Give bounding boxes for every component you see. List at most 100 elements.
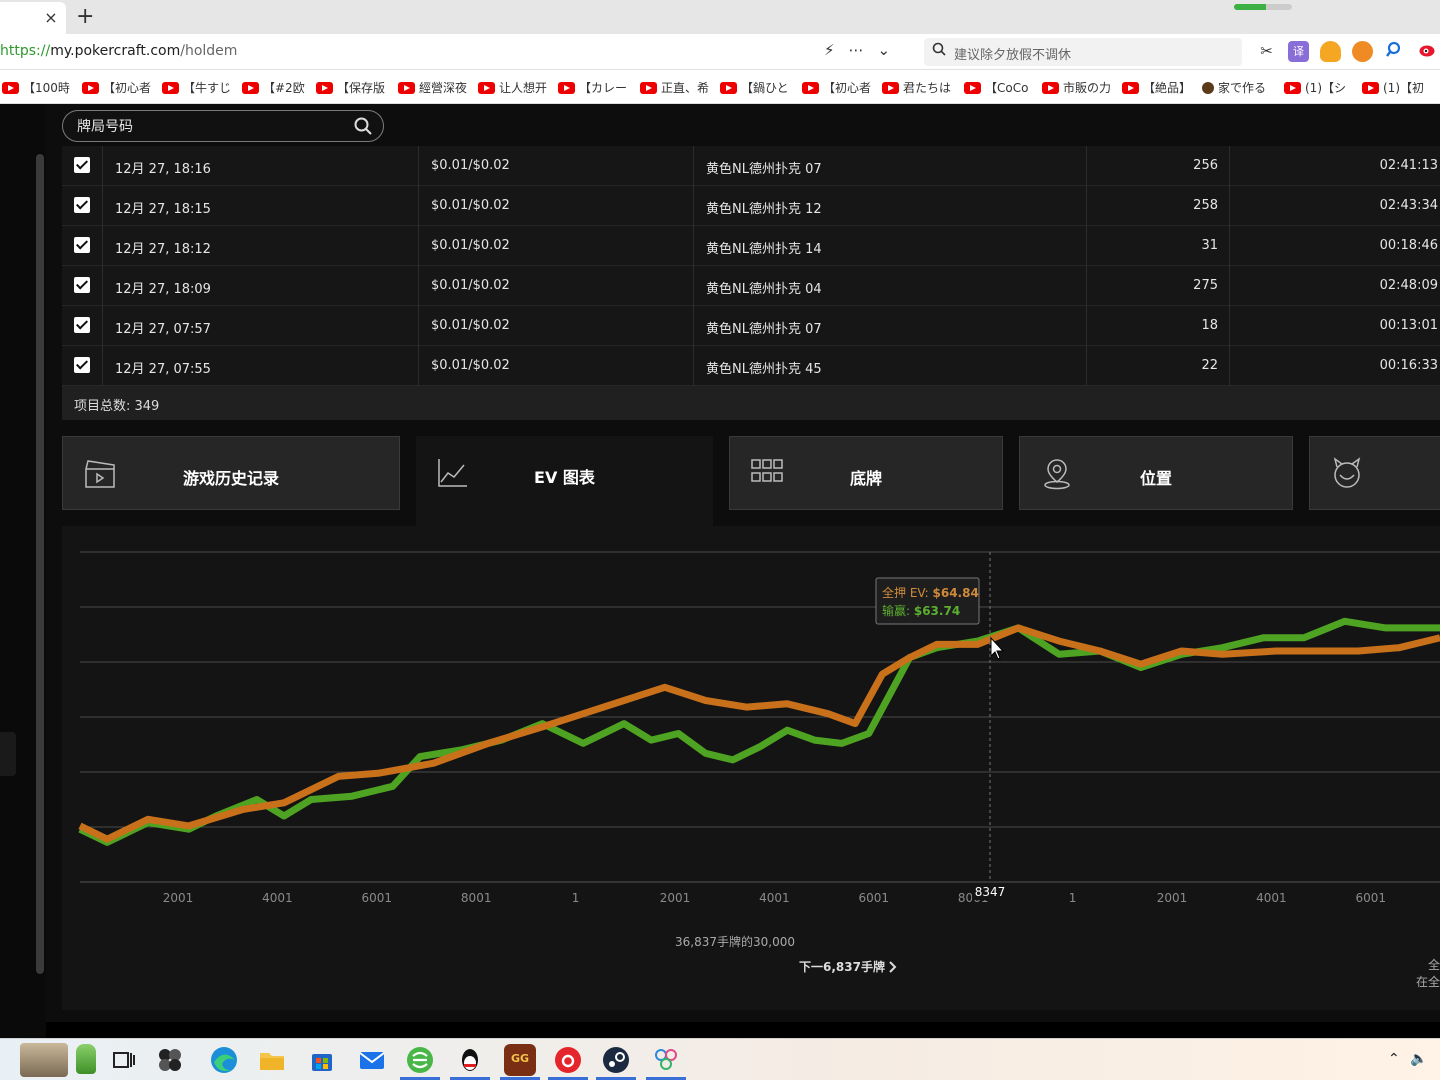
youtube-icon bbox=[1122, 81, 1139, 94]
bookmark-item[interactable]: 【初心者 bbox=[802, 79, 871, 96]
session-stakes: $0.01/$0.02 bbox=[431, 238, 510, 253]
bookmark-item[interactable]: 家で作る bbox=[1202, 79, 1266, 96]
bookmark-label: 【#2欧 bbox=[263, 81, 305, 95]
column-divider bbox=[693, 266, 694, 306]
row-checkbox[interactable] bbox=[74, 317, 90, 333]
shield-icon[interactable] bbox=[1320, 41, 1341, 62]
new-tab-button[interactable]: + bbox=[76, 4, 94, 29]
bookmark-item[interactable]: 【CoCo bbox=[964, 79, 1028, 96]
qq-icon[interactable] bbox=[454, 1044, 486, 1076]
site-favicon-icon bbox=[1202, 81, 1214, 94]
flask-icon[interactable] bbox=[76, 1044, 96, 1074]
side-nav bbox=[0, 104, 46, 1038]
tab-clapperboard[interactable]: 游戏历史记录 bbox=[62, 436, 400, 510]
browser-tab[interactable]: × bbox=[0, 2, 66, 34]
search-placeholder: 建议除夕放假不调休 bbox=[954, 48, 1072, 63]
magnifier-icon[interactable] bbox=[1384, 41, 1405, 62]
table-row[interactable]: 12月 27, 18:15 $0.01/$0.02 黄色NL德州扑克 12 258 02… bbox=[62, 186, 1440, 226]
bookmark-item[interactable]: 【#2欧 bbox=[242, 79, 305, 96]
table-row[interactable]: 12月 27, 18:16 $0.01/$0.02 黄色NL德州扑克 07 256 02… bbox=[62, 146, 1440, 186]
ev-chart[interactable]: 2001400160018001120014001600180011200140… bbox=[62, 526, 1440, 1010]
row-checkbox[interactable] bbox=[74, 157, 90, 173]
fox-icon[interactable] bbox=[1352, 41, 1373, 62]
sidebar-scrollbar[interactable] bbox=[36, 154, 44, 974]
youtube-icon bbox=[162, 81, 179, 94]
tab-devil[interactable] bbox=[1309, 436, 1440, 510]
scissors-icon[interactable]: ✂ bbox=[1256, 41, 1277, 62]
bookmark-item[interactable]: 【牛すじ bbox=[162, 79, 231, 96]
total-items: 项目总数: 349 bbox=[62, 386, 1440, 420]
column-divider bbox=[418, 186, 419, 226]
row-checkbox[interactable] bbox=[74, 357, 90, 373]
bookmark-item[interactable]: 【鍋ひと bbox=[720, 79, 789, 96]
task-view-icon[interactable] bbox=[108, 1044, 140, 1076]
row-checkbox[interactable] bbox=[74, 277, 90, 293]
tray-chevron-icon[interactable]: ⌃ bbox=[1388, 1051, 1400, 1067]
hand-number-input[interactable] bbox=[77, 117, 337, 137]
sidebar-handle[interactable] bbox=[0, 732, 16, 776]
lightning-icon[interactable]: ⚡ bbox=[824, 41, 835, 59]
file-explorer-icon[interactable] bbox=[256, 1044, 288, 1076]
bookmark-item[interactable]: 【カレー bbox=[558, 79, 627, 96]
chevron-down-icon[interactable]: ⌄ bbox=[878, 41, 891, 59]
weibo-icon[interactable] bbox=[1416, 41, 1437, 62]
youtube-icon bbox=[82, 81, 99, 94]
column-divider bbox=[693, 306, 694, 346]
bookmark-item[interactable]: 【100時 bbox=[2, 79, 70, 96]
bookmark-label: 让人想开 bbox=[499, 81, 548, 95]
chevron-right-icon[interactable] bbox=[889, 961, 897, 973]
close-tab-icon[interactable]: × bbox=[42, 8, 60, 27]
column-divider bbox=[418, 226, 419, 266]
session-hands: 31 bbox=[1201, 238, 1218, 253]
store-icon[interactable] bbox=[306, 1044, 338, 1076]
screen: × + https://my.pokercraft.com/holdem ⚡ ⋯… bbox=[0, 0, 1440, 1080]
table-row[interactable]: 12月 27, 18:09 $0.01/$0.02 黄色NL德州扑克 04 275 02… bbox=[62, 266, 1440, 306]
mail-icon[interactable] bbox=[356, 1044, 388, 1076]
bookmark-label: 【カレー bbox=[579, 81, 628, 95]
tab-location[interactable]: 位置 bbox=[1019, 436, 1293, 510]
translate-icon[interactable]: 译 bbox=[1288, 41, 1309, 62]
network-app-icon[interactable] bbox=[650, 1044, 682, 1076]
steam-icon[interactable] bbox=[600, 1044, 632, 1076]
volume-icon[interactable]: 🔈 bbox=[1410, 1051, 1427, 1067]
tab-label: 位置 bbox=[1139, 469, 1172, 488]
address-bar[interactable]: https://my.pokercraft.com/holdem bbox=[0, 43, 237, 59]
tab-grid[interactable]: 底牌 bbox=[729, 436, 1003, 510]
bookmark-label: 【初心者 bbox=[823, 81, 872, 95]
row-checkbox[interactable] bbox=[74, 237, 90, 253]
music-app-icon[interactable] bbox=[552, 1044, 584, 1076]
bookmark-item[interactable]: 【絶品】 bbox=[1122, 79, 1191, 96]
bookmark-item[interactable]: 正直、希 bbox=[640, 79, 709, 96]
next-hands-button[interactable]: 下一6,837手牌 bbox=[799, 959, 885, 974]
bookmark-item[interactable]: 經營深夜 bbox=[398, 79, 467, 96]
youtube-icon bbox=[2, 81, 19, 94]
bookmark-label: 君たちは bbox=[903, 81, 952, 95]
column-divider bbox=[693, 186, 694, 226]
bookmark-item[interactable]: 让人想开 bbox=[478, 79, 547, 96]
more-icon[interactable]: ⋯ bbox=[849, 41, 864, 59]
search-icon[interactable] bbox=[353, 116, 373, 140]
bookmark-item[interactable]: 【保存版 bbox=[316, 79, 385, 96]
edge-browser-icon[interactable] bbox=[208, 1044, 240, 1076]
series-allin-ev-line bbox=[78, 624, 1440, 843]
session-table-name: 黄色NL德州扑克 12 bbox=[706, 202, 822, 217]
table-row[interactable]: 12月 27, 07:57 $0.01/$0.02 黄色NL德州扑克 07 18 00:… bbox=[62, 306, 1440, 346]
x-tick-label: 4001 bbox=[1256, 891, 1287, 905]
row-checkbox[interactable] bbox=[74, 197, 90, 213]
table-row[interactable]: 12月 27, 18:12 $0.01/$0.02 黄色NL德州扑克 14 31 00:… bbox=[62, 226, 1440, 266]
browser-search-box[interactable]: 建议除夕放假不调休 bbox=[924, 38, 1242, 66]
column-divider bbox=[102, 346, 103, 386]
bookmark-item[interactable]: 市販の力 bbox=[1042, 79, 1111, 96]
browser-app-icon[interactable] bbox=[404, 1044, 436, 1076]
pinwheel-app-icon[interactable] bbox=[154, 1044, 186, 1076]
avatar[interactable] bbox=[20, 1043, 68, 1077]
poker-client-icon[interactable]: GG bbox=[504, 1044, 536, 1076]
bookmark-item[interactable]: (1)【初 bbox=[1362, 79, 1424, 96]
table-row[interactable]: 12月 27, 07:55 $0.01/$0.02 黄色NL德州扑克 45 22 00:… bbox=[62, 346, 1440, 386]
bookmark-item[interactable]: (1)【シ bbox=[1284, 79, 1346, 96]
column-divider bbox=[102, 146, 103, 186]
bookmark-item[interactable]: 君たちは bbox=[882, 79, 951, 96]
column-divider bbox=[1086, 186, 1087, 226]
bookmark-item[interactable]: 【初心者 bbox=[82, 79, 151, 96]
tab-chart[interactable]: EV 图表 bbox=[416, 436, 713, 526]
